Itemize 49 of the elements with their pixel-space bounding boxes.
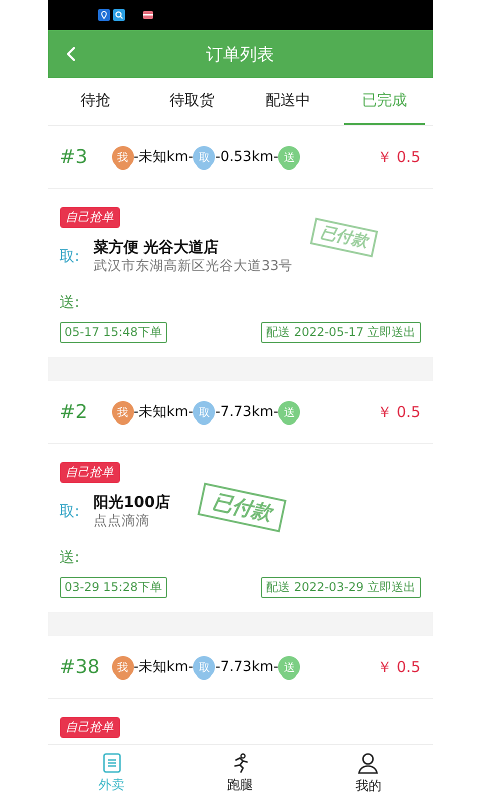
pickup-label: 取:	[60, 247, 81, 266]
order-number: #38	[60, 656, 101, 678]
box-icon	[142, 9, 154, 21]
order-tag: 自己抢单	[60, 462, 120, 483]
order-tag: 自己抢单	[60, 207, 120, 228]
price: ￥ 0.5	[376, 148, 420, 166]
paid-stamp: 已付款	[196, 482, 286, 532]
nav-tab[interactable]: 我的	[304, 745, 432, 800]
store-name: 菜方便 光谷大道店	[94, 238, 220, 257]
order-number: #2	[60, 401, 89, 423]
map-pin-icon: 取	[193, 401, 216, 423]
order-number: #3	[60, 146, 89, 168]
map-pin-icon: 我	[112, 656, 134, 678]
delivery-time: 配送 2022-05-17 立即送出	[261, 322, 420, 343]
map-pin-icon: 我	[112, 401, 134, 423]
store-address: 点点滴滴	[94, 512, 150, 530]
map-pin-icon: 送	[278, 401, 300, 423]
order-time: 05-17 15:48下单	[60, 322, 167, 343]
distance-text: -7.73km-	[215, 404, 278, 420]
price: ￥ 0.5	[376, 658, 420, 676]
map-pin-icon: 送	[278, 146, 300, 168]
paid-stamp: 已付款	[309, 218, 378, 258]
distance-text: -0.53km-	[215, 149, 278, 165]
tab[interactable]: 配送中	[248, 78, 328, 125]
store-name: 阳光100店	[94, 493, 170, 512]
delivery-label: 送:	[60, 548, 81, 567]
distance-text: -未知km-	[134, 403, 194, 421]
map-pin-icon: 我	[112, 146, 134, 168]
store-address: 武汉市东湖高新区光谷大道33号	[94, 257, 293, 275]
person-icon	[356, 750, 380, 774]
delivery-label: 送:	[60, 293, 81, 312]
page-title: 订单列表	[206, 44, 274, 66]
tab[interactable]: 待抢	[56, 78, 136, 125]
map-pin-icon: 取	[193, 146, 216, 168]
distance-text: -7.73km-	[215, 659, 278, 675]
order-time: 03-29 15:28下单	[60, 577, 167, 598]
delivery-time: 配送 2022-03-29 立即送出	[261, 577, 420, 598]
nav-tab[interactable]: 跑腿	[176, 745, 304, 800]
search-icon	[112, 9, 124, 21]
location-icon	[98, 9, 110, 21]
tab[interactable]: 待取货	[152, 78, 232, 125]
price: ￥ 0.5	[376, 402, 420, 422]
order-tag: 自己抢单	[60, 717, 120, 738]
map-pin-icon: 送	[278, 656, 300, 678]
list-icon	[100, 752, 123, 774]
map-pin-icon: 取	[193, 656, 216, 678]
distance-text: -未知km-	[134, 148, 194, 166]
distance-text: -未知km-	[134, 658, 194, 676]
pickup-label: 取:	[60, 502, 81, 521]
